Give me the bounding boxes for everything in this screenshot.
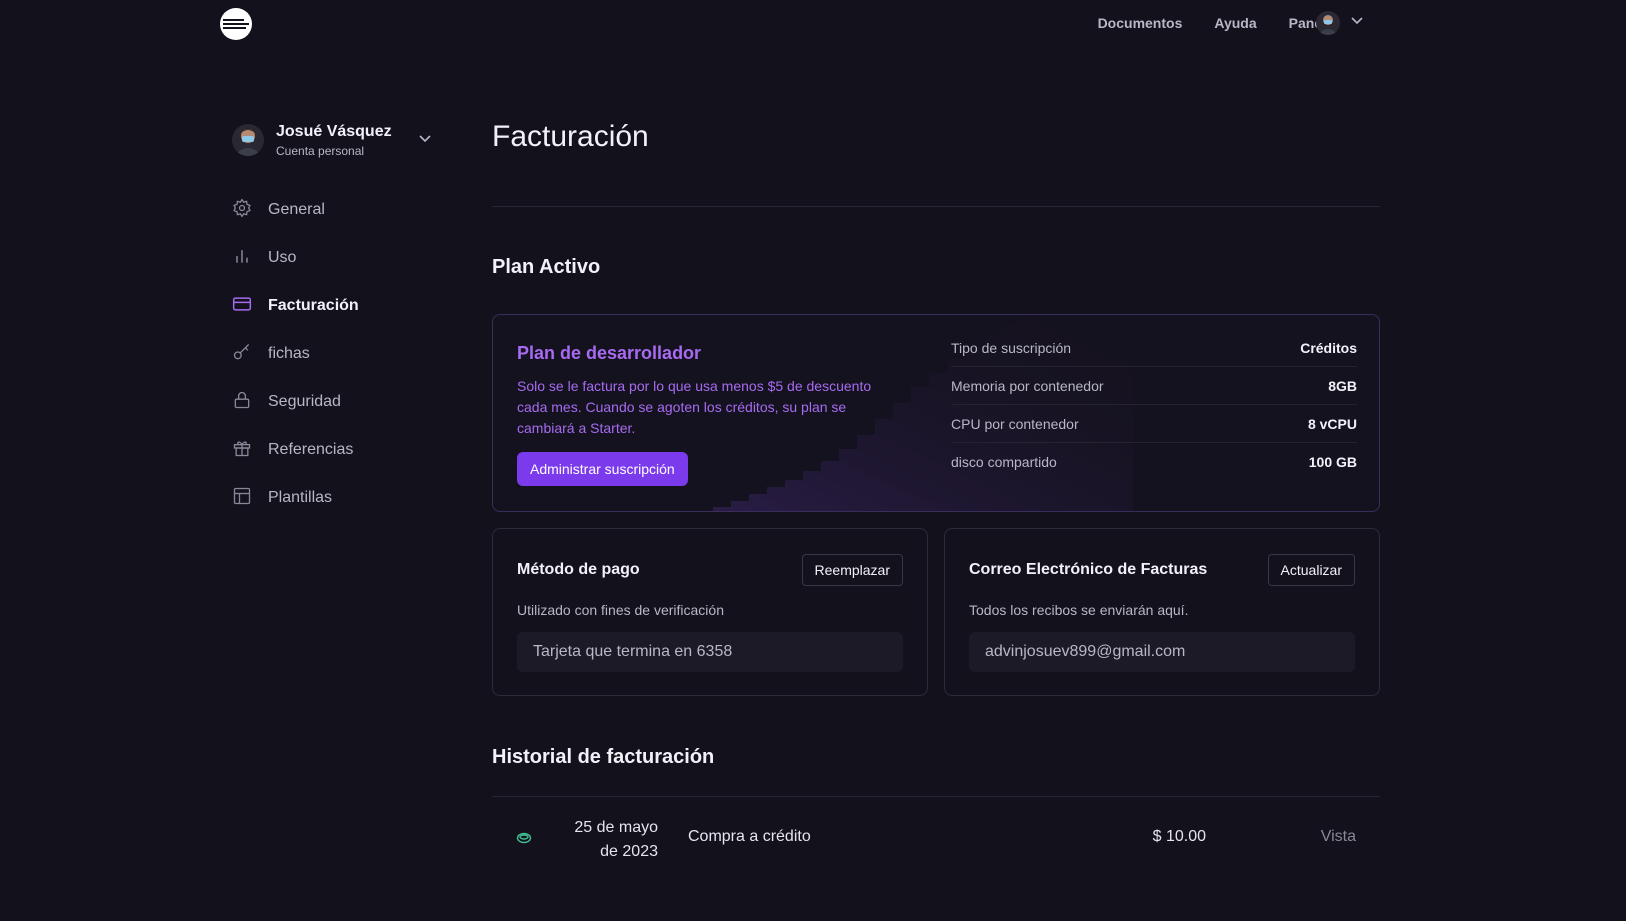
- replace-payment-button[interactable]: Reemplazar: [801, 554, 903, 586]
- chevron-down-icon: [418, 132, 432, 151]
- sidebar-item-facturacion[interactable]: Facturación: [232, 282, 432, 330]
- sidebar-item-label: General: [268, 201, 325, 218]
- update-email-button[interactable]: Actualizar: [1267, 554, 1355, 586]
- spec-row: disco compartido 100 GB: [951, 443, 1357, 481]
- section-title-active-plan: Plan Activo: [492, 256, 601, 278]
- sidebar-item-uso[interactable]: Uso: [232, 234, 432, 282]
- top-nav: Documentos Ayuda Panel: [1098, 15, 1326, 31]
- user-menu[interactable]: [1316, 11, 1364, 35]
- sidebar: Josué Vásquez Cuenta personal General Us…: [232, 116, 432, 522]
- spec-row: CPU por contenedor 8 vCPU: [951, 405, 1357, 443]
- chevron-down-icon: [1350, 14, 1364, 33]
- history-date: 25 de mayo de 2023: [562, 816, 658, 864]
- view-invoice-link[interactable]: Vista: [1321, 828, 1356, 846]
- page-title: Facturación: [492, 120, 649, 153]
- credit-card-icon: [232, 294, 268, 319]
- gear-icon: [232, 197, 268, 223]
- gift-icon: [232, 438, 268, 463]
- nav-link-docs[interactable]: Documentos: [1098, 15, 1183, 31]
- sidebar-item-label: Facturación: [268, 297, 359, 314]
- sidebar-item-plantillas[interactable]: Plantillas: [232, 474, 432, 522]
- avatar: [232, 124, 264, 156]
- active-plan-card: Plan de desarrollador Solo se le factura…: [492, 314, 1380, 512]
- account-name: Josué Vásquez: [276, 122, 392, 140]
- coin-icon: [516, 830, 532, 851]
- payment-method-card: Método de pago Reemplazar Utilizado con …: [492, 528, 928, 696]
- account-type: Cuenta personal: [276, 143, 365, 158]
- manage-subscription-button[interactable]: Administrar suscripción: [517, 452, 688, 486]
- spec-row: Memoria por contenedor 8GB: [951, 367, 1357, 405]
- sidebar-item-referencias[interactable]: Referencias: [232, 426, 432, 474]
- spec-row: Tipo de suscripción Créditos: [951, 329, 1357, 367]
- card-subtitle: Utilizado con fines de verificación: [517, 602, 724, 618]
- sidebar-item-label: Plantillas: [268, 489, 333, 506]
- plan-description: Solo se le factura por lo que usa menos …: [517, 378, 872, 436]
- spec-value: Créditos: [1300, 339, 1357, 356]
- settings-nav: General Uso Facturación fichas Seguridad…: [232, 186, 432, 522]
- divider: [492, 796, 1380, 797]
- table-row: 25 de mayo de 2023 Compra a crédito $ 10…: [492, 812, 1380, 864]
- account-switcher[interactable]: Josué Vásquez Cuenta personal: [232, 116, 432, 164]
- card-title: Método de pago: [517, 561, 640, 578]
- spec-value: 8 vCPU: [1307, 415, 1357, 432]
- lock-icon: [232, 390, 268, 415]
- spec-label: disco compartido: [951, 454, 1057, 470]
- logo-icon[interactable]: [220, 8, 252, 40]
- sidebar-item-label: Referencias: [268, 441, 354, 458]
- plan-name: Plan de desarrollador: [517, 343, 702, 363]
- spec-value: 8GB: [1328, 377, 1357, 394]
- divider: [492, 206, 1380, 207]
- bar-chart-icon: [232, 246, 268, 271]
- sidebar-item-label: Seguridad: [268, 393, 341, 410]
- history-amount: $ 10.00: [1152, 828, 1206, 845]
- payment-card-field: Tarjeta que termina en 6358: [517, 632, 903, 672]
- spec-label: Tipo de suscripción: [951, 339, 1072, 356]
- sidebar-item-label: fichas: [268, 345, 310, 362]
- history-date-line: de 2023: [600, 843, 658, 860]
- invoice-email-card: Correo Electrónico de Facturas Actualiza…: [944, 528, 1380, 696]
- avatar: [1316, 11, 1340, 35]
- sidebar-item-seguridad[interactable]: Seguridad: [232, 378, 432, 426]
- card-title: Correo Electrónico de Facturas: [969, 561, 1208, 578]
- nav-link-help[interactable]: Ayuda: [1214, 15, 1256, 31]
- plan-summary: Plan de desarrollador Solo se le factura…: [517, 343, 897, 486]
- spec-value: 100 GB: [1308, 454, 1357, 470]
- history-date-line: 25 de mayo: [574, 819, 658, 836]
- history-description: Compra a crédito: [688, 828, 811, 845]
- top-bar: Documentos Ayuda Panel: [0, 0, 1626, 48]
- sidebar-item-general[interactable]: General: [232, 186, 432, 234]
- spec-label: CPU por contenedor: [951, 415, 1079, 432]
- plan-specs: Tipo de suscripción Créditos Memoria por…: [951, 329, 1357, 481]
- key-icon: [232, 342, 268, 367]
- sidebar-item-fichas[interactable]: fichas: [232, 330, 432, 378]
- template-icon: [232, 486, 268, 511]
- sidebar-item-label: Uso: [268, 249, 297, 266]
- card-subtitle: Todos los recibos se enviarán aquí.: [969, 602, 1189, 618]
- spec-label: Memoria por contenedor: [951, 377, 1104, 394]
- section-title-billing-history: Historial de facturación: [492, 746, 715, 768]
- account-info: Josué Vásquez Cuenta personal: [276, 123, 392, 158]
- invoice-email-field: advinjosuev899@gmail.com: [969, 632, 1355, 672]
